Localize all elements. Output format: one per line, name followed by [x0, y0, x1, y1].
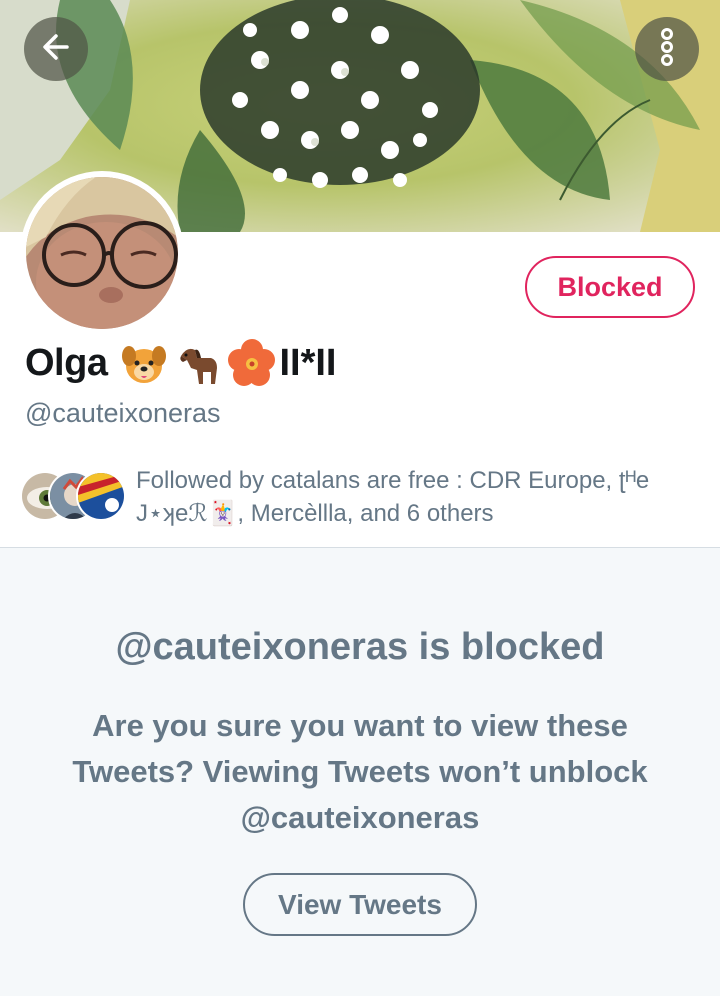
profile-name-row: Olga II*II [25, 338, 337, 388]
followed-by-section[interactable]: Followed by catalans are free : CDR Euro… [20, 464, 700, 534]
blocked-notice-title: @cauteixoneras is blocked [115, 626, 605, 668]
view-tweets-button[interactable]: View Tweets [243, 873, 477, 936]
blocked-notice-message: Are you sure you want to view these Twee… [72, 708, 648, 835]
dog-face-emoji [119, 338, 169, 388]
more-vertical-icon [657, 27, 677, 72]
profile-name: Olga [25, 341, 108, 384]
flag-avatar [76, 471, 126, 521]
hibiscus-emoji [227, 338, 277, 388]
avatar-photo [26, 177, 178, 329]
profile-avatar[interactable] [20, 171, 184, 335]
profile-handle: @cauteixoneras [25, 398, 221, 428]
profile-name-suffix: II*II [279, 341, 337, 384]
blocked-button[interactable]: Blocked [525, 256, 695, 318]
followed-by-text: Followed by catalans are free : CDR Euro… [136, 467, 650, 527]
more-options-button[interactable] [635, 17, 699, 81]
horse-emoji [173, 338, 223, 388]
back-button[interactable] [24, 17, 88, 81]
arrow-left-icon [39, 30, 73, 69]
